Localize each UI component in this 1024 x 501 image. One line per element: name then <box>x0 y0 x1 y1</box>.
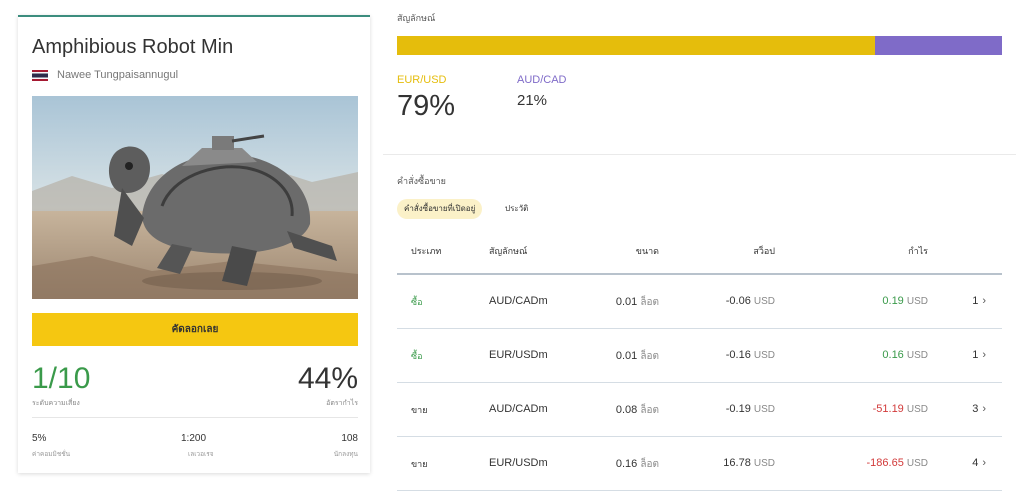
order-swap: -0.06 USD <box>725 295 775 307</box>
table-header: ประเภท สัญลักษณ์ ขนาด สว็อป กำไร <box>397 226 1002 275</box>
col-symbol: สัญลักษณ์ <box>489 246 528 256</box>
chevron-right-icon: › <box>982 403 986 415</box>
orders-table: ประเภท สัญลักษณ์ ขนาด สว็อป กำไร ซื้อ AU… <box>397 226 1002 491</box>
order-symbol: EUR/USDm <box>489 457 548 469</box>
order-swap: 16.78 USD <box>723 457 775 469</box>
chevron-right-icon: › <box>982 295 986 307</box>
thailand-flag-icon <box>32 69 48 81</box>
order-count[interactable]: 4 › <box>972 457 986 469</box>
symbol-ratio-bar <box>397 36 1002 55</box>
commission-label: ค่าคอมมิชชั่น <box>32 451 71 458</box>
order-symbol: AUD/CADm <box>489 403 548 415</box>
order-profit: 0.19 USD <box>882 295 928 307</box>
strategy-card: Amphibious Robot Min Nawee Tungpaisannug… <box>18 15 370 473</box>
chevron-right-icon: › <box>982 349 986 361</box>
order-type: ซื้อ <box>411 297 423 307</box>
order-volume: 0.16 ล็อต <box>615 458 659 470</box>
col-volume: ขนาด <box>635 246 659 256</box>
table-row[interactable]: ซื้อ AUD/CADm 0.01 ล็อต -0.06 USD 0.19 U… <box>397 275 1002 329</box>
order-profit: 0.16 USD <box>882 349 928 361</box>
order-symbol: AUD/CADm <box>489 295 548 307</box>
chevron-right-icon: › <box>982 457 986 469</box>
order-type: ขาย <box>411 405 428 415</box>
order-volume: 0.08 ล็อต <box>615 404 659 416</box>
order-type: ซื้อ <box>411 351 423 361</box>
leverage-label: เลเวอเรจ <box>188 451 214 458</box>
col-type: ประเภท <box>411 246 442 256</box>
risk-score: 1/10 <box>32 362 91 395</box>
order-count[interactable]: 3 › <box>972 403 986 415</box>
investors-label: นักลงทุน <box>333 451 358 458</box>
ratio-segment-eurusd <box>397 36 875 55</box>
pair-b-name: AUD/CAD <box>517 74 567 86</box>
order-type: ขาย <box>411 459 428 469</box>
pair-a-percent: 79% <box>397 90 456 122</box>
order-count[interactable]: 1 › <box>972 349 986 361</box>
col-swap: สว็อป <box>753 246 775 256</box>
order-volume: 0.01 ล็อต <box>615 350 659 362</box>
pair-a-name: EUR/USD <box>397 74 447 86</box>
order-volume: 0.01 ล็อต <box>615 296 659 308</box>
leverage-value: 1:200 <box>181 433 207 444</box>
commission-value: 5% <box>32 433 47 444</box>
orders-title: คำสั่งซื้อขาย <box>397 176 446 186</box>
strategy-title: Amphibious Robot Min <box>32 36 234 58</box>
order-symbol: EUR/USDm <box>489 349 548 361</box>
investors-value: 108 <box>341 433 358 444</box>
order-count[interactable]: 1 › <box>972 295 986 307</box>
divider <box>32 417 358 418</box>
tab-open-orders[interactable]: คำสั่งซื้อขายที่เปิดอยู่ <box>397 199 483 219</box>
order-swap: -0.19 USD <box>725 403 775 415</box>
strategy-image <box>32 96 358 299</box>
section-divider <box>383 154 1016 155</box>
risk-label: ระดับความเสี่ยง <box>32 400 80 407</box>
copy-now-button[interactable]: คัดลอกเลย <box>32 313 358 346</box>
order-swap: -0.16 USD <box>725 349 775 361</box>
order-profit: -186.65 USD <box>866 457 929 469</box>
pair-b-percent: 21% <box>517 92 548 109</box>
symbols-title: สัญลักษณ์ <box>397 13 436 23</box>
profit-label: อัตรากำไร <box>326 400 358 407</box>
col-profit: กำไร <box>908 246 928 256</box>
ratio-segment-audcad <box>874 36 1002 55</box>
table-row[interactable]: ซื้อ EUR/USDm 0.01 ล็อต -0.16 USD 0.16 U… <box>397 329 1002 383</box>
profit-rate: 44% <box>297 362 358 395</box>
author-name: Nawee Tungpaisannugul <box>57 69 179 81</box>
table-row[interactable]: ขาย AUD/CADm 0.08 ล็อต -0.19 USD -51.19 … <box>397 383 1002 437</box>
tab-history[interactable]: ประวัติ <box>505 199 528 219</box>
order-profit: -51.19 USD <box>872 403 928 415</box>
author-row: Nawee Tungpaisannugul <box>32 69 178 81</box>
table-row[interactable]: ขาย EUR/USDm 0.16 ล็อต 16.78 USD -186.65… <box>397 437 1002 491</box>
